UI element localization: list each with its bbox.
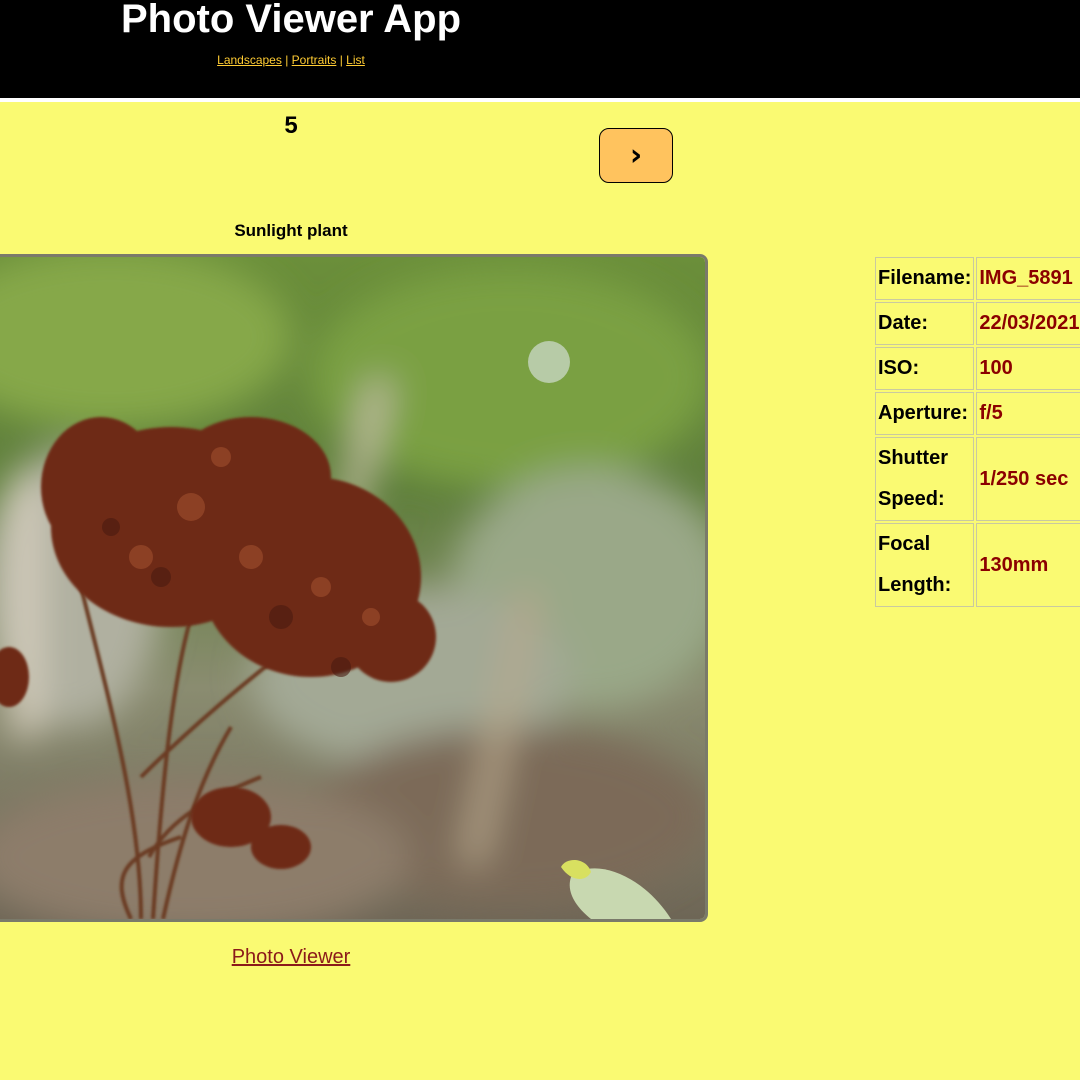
plant-photo	[0, 257, 705, 919]
detail-key: ISO:	[875, 347, 975, 390]
app-header: Photo Viewer App Landscapes | Portraits …	[0, 0, 1080, 102]
nav-link-list[interactable]: List	[346, 53, 365, 67]
detail-key: Shutter Speed:	[875, 437, 975, 521]
detail-key: Filename:	[875, 257, 975, 300]
table-row: Focal Length: 130mm	[875, 523, 1080, 607]
chevron-right-icon: ›	[629, 138, 643, 173]
nav-link-landscapes[interactable]: Landscapes	[217, 53, 282, 67]
detail-value: IMG_5891	[976, 257, 1080, 300]
footer: Photo Viewer	[0, 946, 582, 969]
detail-key: Date:	[875, 302, 975, 345]
table-row: Date: 22/03/2021	[875, 302, 1080, 345]
detail-value: 22/03/2021	[976, 302, 1080, 345]
detail-value: 1/250 sec	[976, 437, 1080, 521]
next-photo-button[interactable]: ›	[599, 128, 673, 183]
nav-bar: Landscapes | Portraits | List	[0, 53, 582, 67]
app-title: Photo Viewer App	[120, 0, 462, 41]
photo-details-table: Filename: IMG_5891 Date: 22/03/2021 ISO:…	[873, 255, 1080, 609]
table-row: Filename: IMG_5891	[875, 257, 1080, 300]
photo-image	[0, 254, 708, 922]
table-row: Shutter Speed: 1/250 sec	[875, 437, 1080, 521]
table-row: Aperture: f/5	[875, 392, 1080, 435]
detail-key: Focal Length:	[875, 523, 975, 607]
nav-link-portraits[interactable]: Portraits	[292, 53, 337, 67]
detail-key: Aperture:	[875, 392, 975, 435]
detail-value: 130mm	[976, 523, 1080, 607]
detail-value: 100	[976, 347, 1080, 390]
detail-value: f/5	[976, 392, 1080, 435]
photo-caption: Sunlight plant	[234, 221, 348, 240]
photo-counter: 5	[284, 112, 298, 139]
table-row: ISO: 100	[875, 347, 1080, 390]
footer-link-photo-viewer[interactable]: Photo Viewer	[232, 946, 351, 968]
nav-separator: |	[285, 53, 289, 67]
nav-separator: |	[339, 53, 343, 67]
